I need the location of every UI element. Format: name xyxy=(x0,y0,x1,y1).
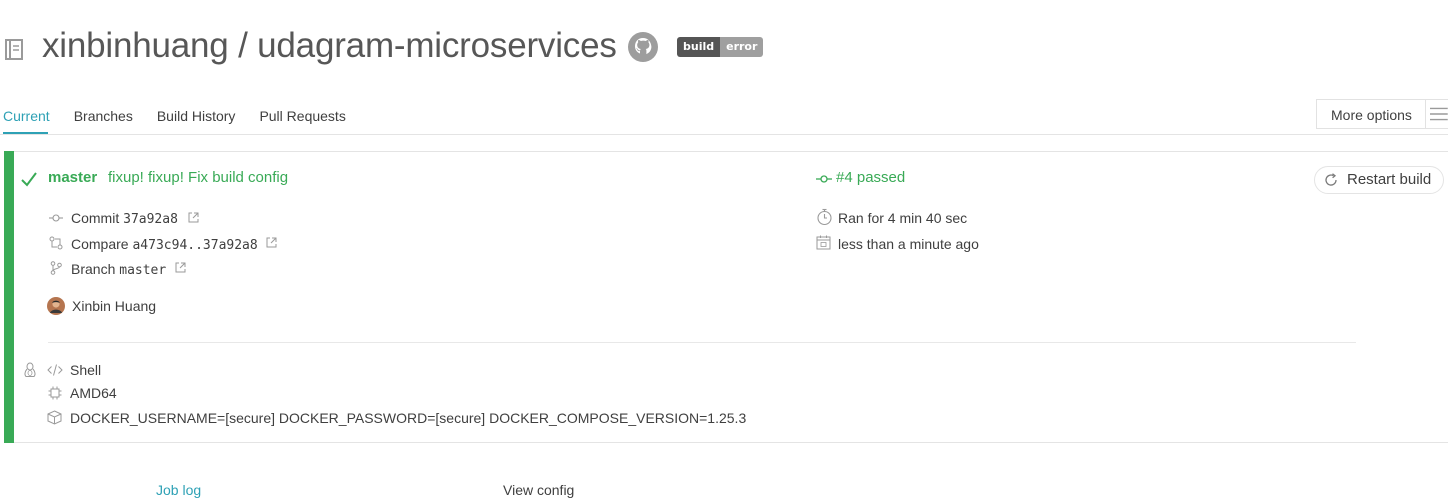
badge-label: build xyxy=(677,37,721,57)
tab-pull-requests[interactable]: Pull Requests xyxy=(259,106,345,126)
compare-label: Compare xyxy=(71,236,129,252)
commit-label: Commit xyxy=(71,210,120,226)
compare-icon xyxy=(49,236,63,250)
github-icon[interactable] xyxy=(627,31,659,63)
hamburger-menu-icon[interactable] xyxy=(1425,99,1448,129)
repo-owner[interactable]: xinbinhuang xyxy=(42,26,229,65)
tab-view-config[interactable]: View config xyxy=(503,481,574,499)
build-number-status[interactable]: #4 passed xyxy=(836,169,905,187)
tab-current[interactable]: Current xyxy=(3,106,50,126)
commit-sha[interactable]: 37a92a8 xyxy=(123,212,178,227)
tab-build-history[interactable]: Build History xyxy=(157,106,236,126)
build-duration: Ran for 4 min 40 sec xyxy=(838,210,968,226)
repo-name[interactable]: udagram-microservices xyxy=(257,26,617,65)
avatar xyxy=(47,297,65,315)
build-env-vars: DOCKER_USERNAME=[secure] DOCKER_PASSWORD… xyxy=(70,410,747,426)
cpu-icon xyxy=(48,386,62,400)
more-options-button[interactable]: More options xyxy=(1316,99,1426,129)
compare-row[interactable]: Compare a473c94..37a92a8 xyxy=(71,235,258,255)
active-tab-indicator xyxy=(3,132,48,134)
build-arch: AMD64 xyxy=(70,385,117,401)
compare-range[interactable]: a473c94..37a92a8 xyxy=(132,238,257,253)
branch-label: Branch xyxy=(71,261,116,277)
build-finished-time: less than a minute ago xyxy=(838,236,979,252)
box-icon xyxy=(47,410,62,425)
commit-row[interactable]: Commit 37a92a8 xyxy=(71,209,178,229)
check-icon xyxy=(21,172,37,187)
repo-separator: / xyxy=(228,26,258,65)
badge-value: error xyxy=(720,37,764,57)
build-summary-panel xyxy=(4,151,1448,443)
stopwatch-icon xyxy=(817,208,832,226)
tab-job-log[interactable]: Job log xyxy=(156,481,201,499)
repo-tabs: Current Branches Build History Pull Requ… xyxy=(3,106,370,126)
code-icon xyxy=(47,364,63,376)
restart-icon xyxy=(1325,173,1337,186)
external-link-icon[interactable] xyxy=(188,212,199,223)
panel-divider xyxy=(48,342,1356,343)
commit-icon xyxy=(49,214,63,222)
build-language: Shell xyxy=(70,362,102,378)
build-status-stripe xyxy=(4,151,14,443)
repo-title: xinbinhuang / udagram-microservices xyxy=(42,24,617,68)
branch-row[interactable]: Branch master xyxy=(71,260,166,280)
linux-icon xyxy=(24,362,36,377)
tab-branches[interactable]: Branches xyxy=(74,106,133,126)
author-name: Xinbin Huang xyxy=(72,298,157,314)
build-status-badge[interactable]: build error xyxy=(677,37,764,57)
calendar-icon xyxy=(816,235,831,250)
tabs-divider xyxy=(0,134,1448,135)
build-branch-name[interactable]: master xyxy=(48,169,97,187)
external-link-icon[interactable] xyxy=(175,262,186,273)
external-link-icon[interactable] xyxy=(266,237,277,248)
commit-node-icon xyxy=(816,175,832,183)
branch-value[interactable]: master xyxy=(119,263,166,278)
branch-icon xyxy=(50,261,62,275)
repo-icon xyxy=(5,39,23,60)
build-commit-message: fixup! fixup! Fix build config xyxy=(108,169,289,186)
